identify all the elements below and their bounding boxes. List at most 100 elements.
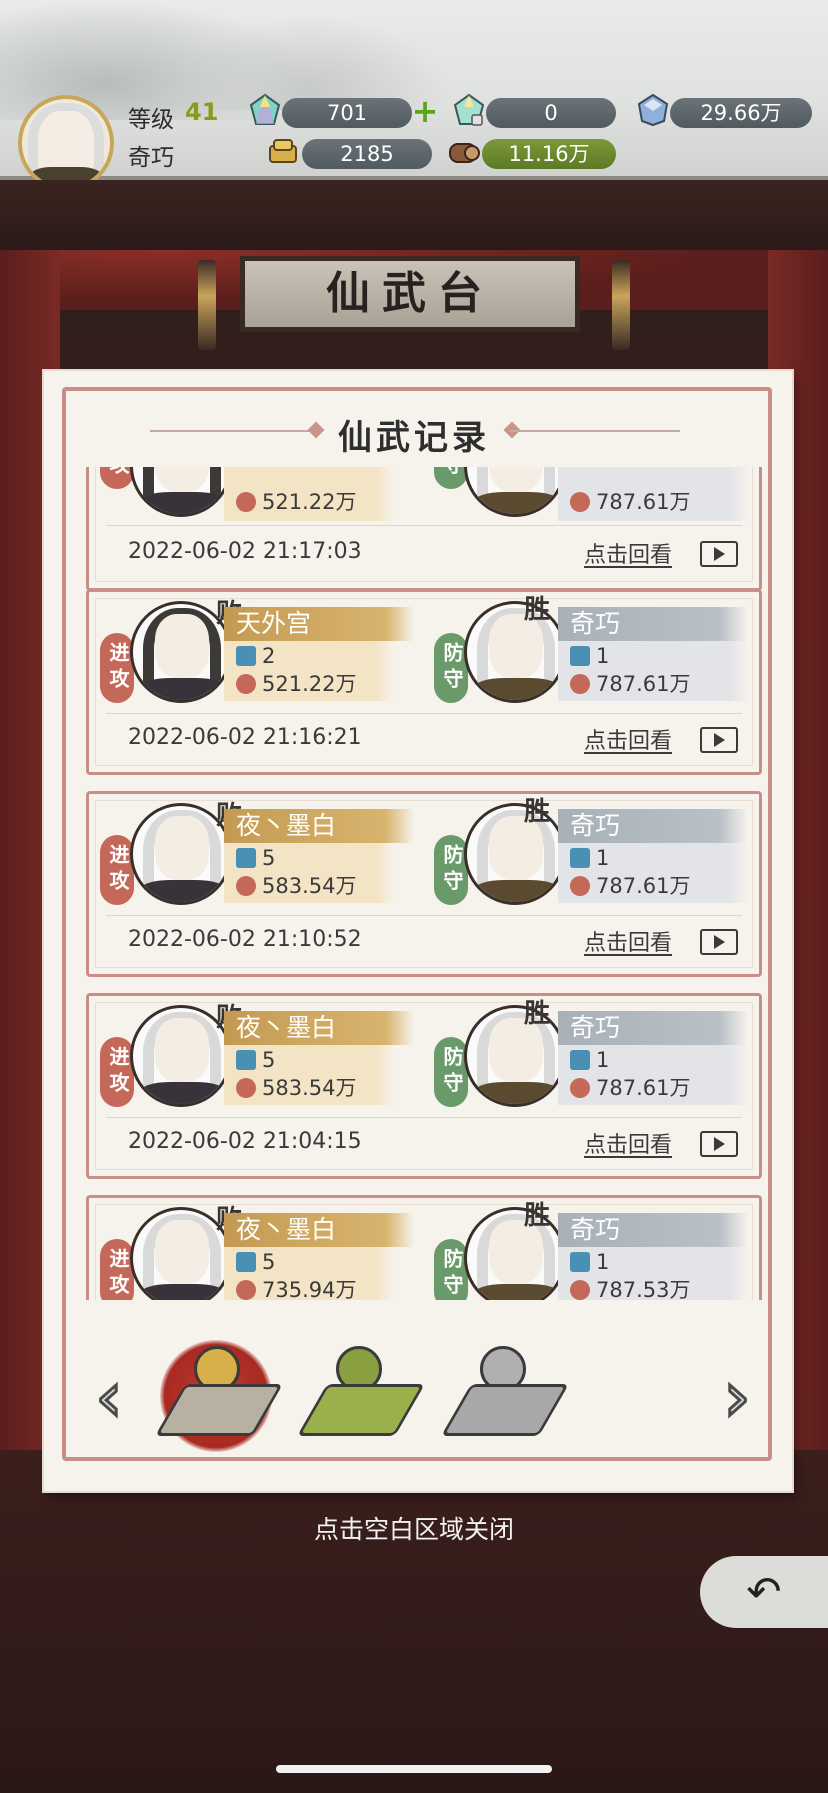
- record-divider: [106, 525, 742, 526]
- defense-tag: 防守: [434, 633, 468, 703]
- lantern-icon: [612, 260, 630, 350]
- arena-green-icon[interactable]: [296, 1340, 426, 1444]
- crystal-amount: 29.66万: [670, 98, 812, 128]
- defender-level: 1: [570, 1047, 609, 1073]
- battle-record-item[interactable]: 进攻 败 夜丶墨白 5 583.54万 防守 胜 奇巧 1 787.61万 20…: [86, 791, 762, 987]
- replay-link[interactable]: 点击回看: [584, 723, 672, 755]
- record-timestamp: 2022-06-02 21:10:52: [128, 927, 362, 952]
- level-icon: [236, 1050, 256, 1070]
- defender-name: 奇巧: [558, 1213, 748, 1247]
- defense-tag: 防守: [434, 1037, 468, 1107]
- record-divider: [106, 1117, 742, 1118]
- defender-avatar: [464, 601, 566, 703]
- power-icon: [570, 876, 590, 896]
- crystal-icon: [637, 93, 669, 127]
- defender-name: 奇巧: [558, 607, 748, 641]
- attacker-power: 521.22万: [236, 489, 356, 515]
- power-icon: [236, 674, 256, 694]
- defense-tag: 防守: [434, 835, 468, 905]
- chevron-left-icon[interactable]: ‹: [84, 1360, 134, 1435]
- home-indicator: [276, 1765, 552, 1773]
- level-label: 等级: [128, 107, 174, 133]
- power-icon: [236, 876, 256, 896]
- play-icon[interactable]: [700, 541, 738, 567]
- jade-gem-icon: [249, 93, 281, 125]
- plus-icon[interactable]: +: [410, 95, 440, 127]
- level-icon: [570, 1050, 590, 1070]
- power-icon: [570, 1078, 590, 1098]
- power-icon: [570, 1280, 590, 1300]
- defender-name: 奇巧: [558, 1011, 748, 1045]
- attacker-power: 583.54万: [236, 1075, 356, 1101]
- power-icon: [236, 1078, 256, 1098]
- attacker-name: 天外宫: [224, 607, 414, 641]
- gold-amount: 2185: [302, 139, 432, 169]
- replay-link[interactable]: 点击回看: [584, 925, 672, 957]
- attacker-name: 夜丶墨白: [224, 1213, 414, 1247]
- bound-jade-gem-icon: [453, 93, 485, 126]
- bound-jade-amount: 0: [486, 98, 616, 128]
- player-avatar[interactable]: [18, 95, 114, 191]
- play-icon[interactable]: [700, 1131, 738, 1157]
- defender-avatar: [464, 1207, 566, 1300]
- level-icon: [570, 646, 590, 666]
- gold-ingot-icon: [269, 139, 297, 163]
- level-icon: [570, 848, 590, 868]
- defender-name: 奇巧: [558, 809, 748, 843]
- arena-red-icon[interactable]: [154, 1340, 284, 1444]
- win-mark: 胜: [524, 999, 551, 1029]
- battle-record-item[interactable]: 进攻 521.22万 防守 787.61万 2022-06-02 21:17:0…: [86, 467, 762, 601]
- attacker-name: 夜丶墨白: [224, 1011, 414, 1045]
- wood-amount: 11.16万: [482, 139, 616, 169]
- replay-link[interactable]: 点击回看: [584, 537, 672, 569]
- level-icon: [570, 1252, 590, 1272]
- battle-record-item[interactable]: 进攻 败 天外宫 2 521.22万 防守 胜 奇巧 1 787.61万 202…: [86, 589, 762, 785]
- battle-record-list[interactable]: 进攻 521.22万 防守 787.61万 2022-06-02 21:17:0…: [86, 467, 762, 1300]
- play-icon[interactable]: [700, 727, 738, 753]
- attacker-power: 735.94万: [236, 1277, 356, 1300]
- defender-level: 1: [570, 643, 609, 669]
- defender-avatar: [464, 467, 566, 517]
- wood-log-icon: [449, 143, 480, 163]
- attacker-level: 2: [236, 643, 275, 669]
- battle-record-item[interactable]: 进攻 败 夜丶墨白 5 583.54万 防守 胜 奇巧 1 787.61万 20…: [86, 993, 762, 1189]
- level-icon: [236, 646, 256, 666]
- attack-tag: 进攻: [100, 1037, 134, 1107]
- win-mark: 胜: [524, 797, 551, 827]
- chevron-right-icon[interactable]: ›: [712, 1360, 762, 1435]
- power-icon: [570, 492, 590, 512]
- defender-power: 787.61万: [570, 671, 690, 697]
- record-timestamp: 2022-06-02 21:17:03: [128, 539, 362, 564]
- replay-link[interactable]: 点击回看: [584, 1127, 672, 1159]
- win-mark: 胜: [524, 1201, 551, 1231]
- arena-platform: [296, 1384, 426, 1436]
- level-icon: [236, 848, 256, 868]
- lantern-icon: [198, 260, 216, 350]
- attacker-name: 夜丶墨白: [224, 809, 414, 843]
- power-icon: [236, 1280, 256, 1300]
- level-icon: [236, 1252, 256, 1272]
- play-icon[interactable]: [700, 929, 738, 955]
- hall-plaque: 仙武台: [240, 256, 580, 332]
- arena-platform: [440, 1384, 570, 1436]
- power-icon: [236, 492, 256, 512]
- attack-tag: 进攻: [100, 633, 134, 703]
- battle-record-item[interactable]: 进攻 败 夜丶墨白 5 735.94万 防守 胜 奇巧 1 787.53万: [86, 1195, 762, 1300]
- attack-tag: 进攻: [100, 835, 134, 905]
- jade-amount: 701: [282, 98, 412, 128]
- defense-tag: 防守: [434, 1239, 468, 1300]
- player-name: 奇巧: [128, 145, 174, 171]
- attack-tag: 进攻: [100, 1239, 134, 1300]
- arena-gray-icon[interactable]: [440, 1340, 570, 1444]
- power-icon: [570, 674, 590, 694]
- record-divider: [106, 713, 742, 714]
- attacker-avatar: [130, 467, 232, 517]
- close-hint[interactable]: 点击空白区域关闭: [0, 1510, 828, 1546]
- defender-power: 787.53万: [570, 1277, 690, 1300]
- win-mark: 胜: [524, 595, 551, 625]
- defender-level: 1: [570, 1249, 609, 1275]
- defender-avatar: [464, 803, 566, 905]
- record-timestamp: 2022-06-02 21:16:21: [128, 725, 362, 750]
- arena-platform: [154, 1384, 284, 1436]
- back-arrow-icon[interactable]: ↶: [700, 1556, 828, 1628]
